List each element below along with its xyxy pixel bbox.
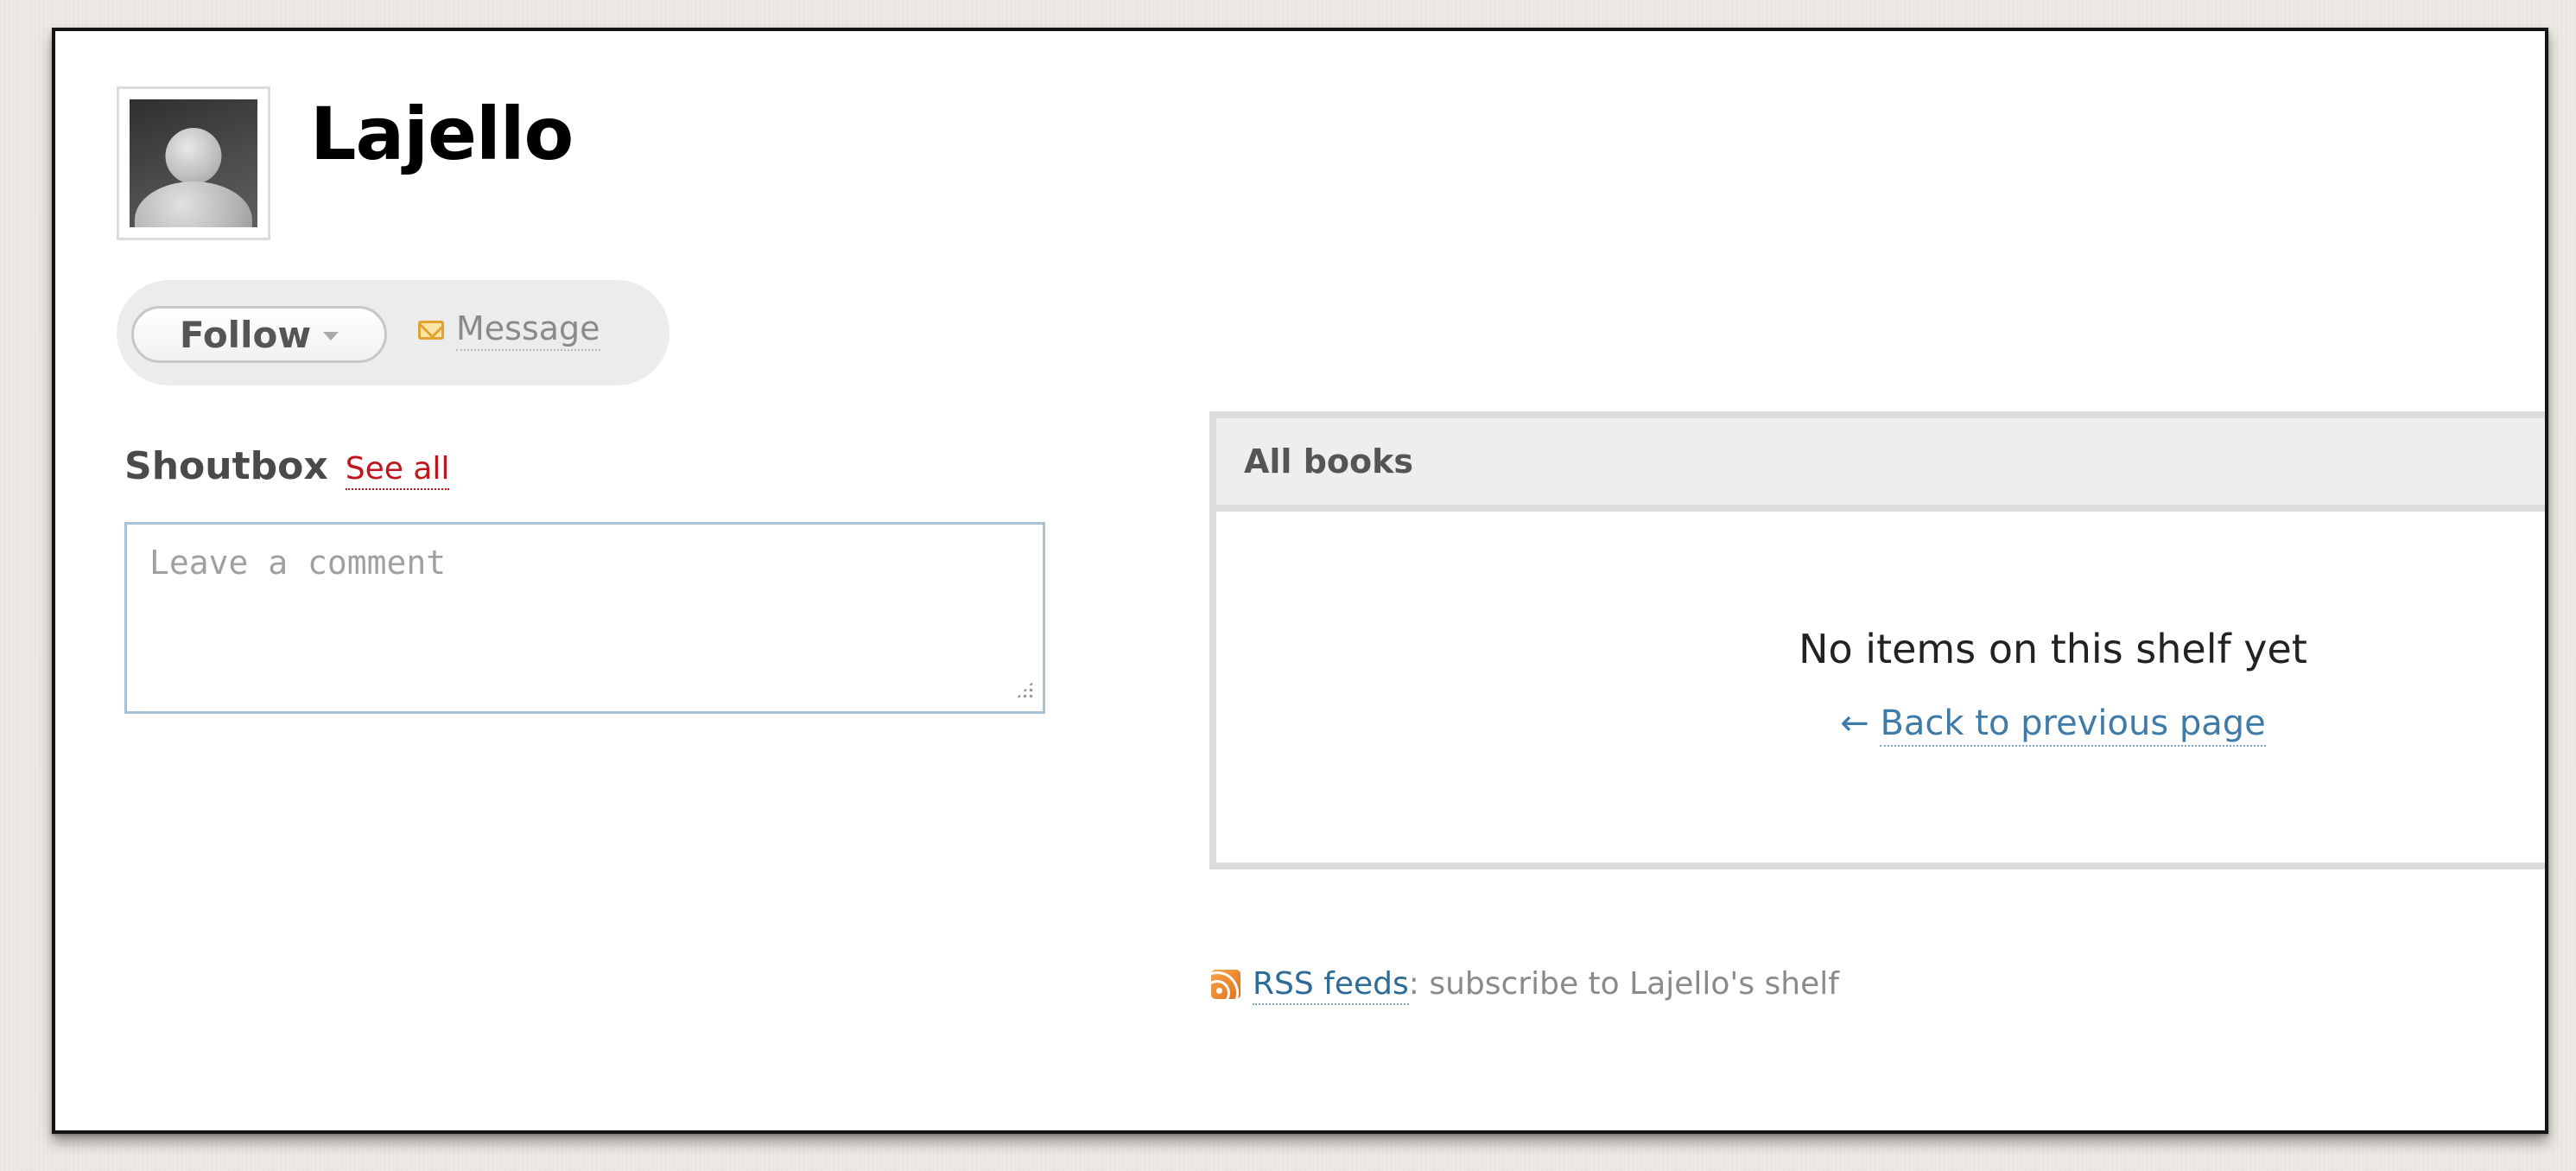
comment-input[interactable] [124,522,1045,714]
rss-feeds-row: RSS feeds: subscribe to Lajello's shelf [1211,966,1839,1005]
follow-button[interactable]: Follow [131,306,387,363]
back-link-label: Back to previous page [1880,703,2266,747]
shoutbox-title: Shoutbox [124,444,328,488]
rss-separator: : [1408,966,1419,1002]
default-user-avatar-icon [130,99,257,227]
profile-page-frame: Lajello Follow Message Shoutbox See all … [52,28,2548,1134]
follow-button-label: Follow [179,313,312,356]
message-link[interactable]: Message [418,309,600,351]
avatar-head [165,127,222,184]
shoutbox-header: Shoutbox See all [124,444,450,490]
back-to-previous-page-link[interactable]: ← Back to previous page [1216,703,2545,747]
avatar-body [134,181,253,227]
back-arrow-icon: ← [1840,703,1869,743]
rss-icon[interactable] [1211,969,1240,999]
envelope-icon [418,321,444,340]
profile-username: Lajello [310,92,574,176]
empty-shelf-message: No items on this shelf yet [1799,626,2307,672]
see-all-link[interactable]: See all [345,451,450,490]
avatar[interactable] [117,86,270,240]
all-books-panel: All books No items on this shelf yet ← B… [1209,411,2545,869]
rss-feeds-link[interactable]: RSS feeds [1253,966,1409,1005]
message-link-label: Message [456,309,600,351]
rss-description: subscribe to Lajello's shelf [1418,966,1839,1002]
all-books-header: All books [1216,418,2545,512]
chevron-down-icon[interactable] [323,332,339,340]
